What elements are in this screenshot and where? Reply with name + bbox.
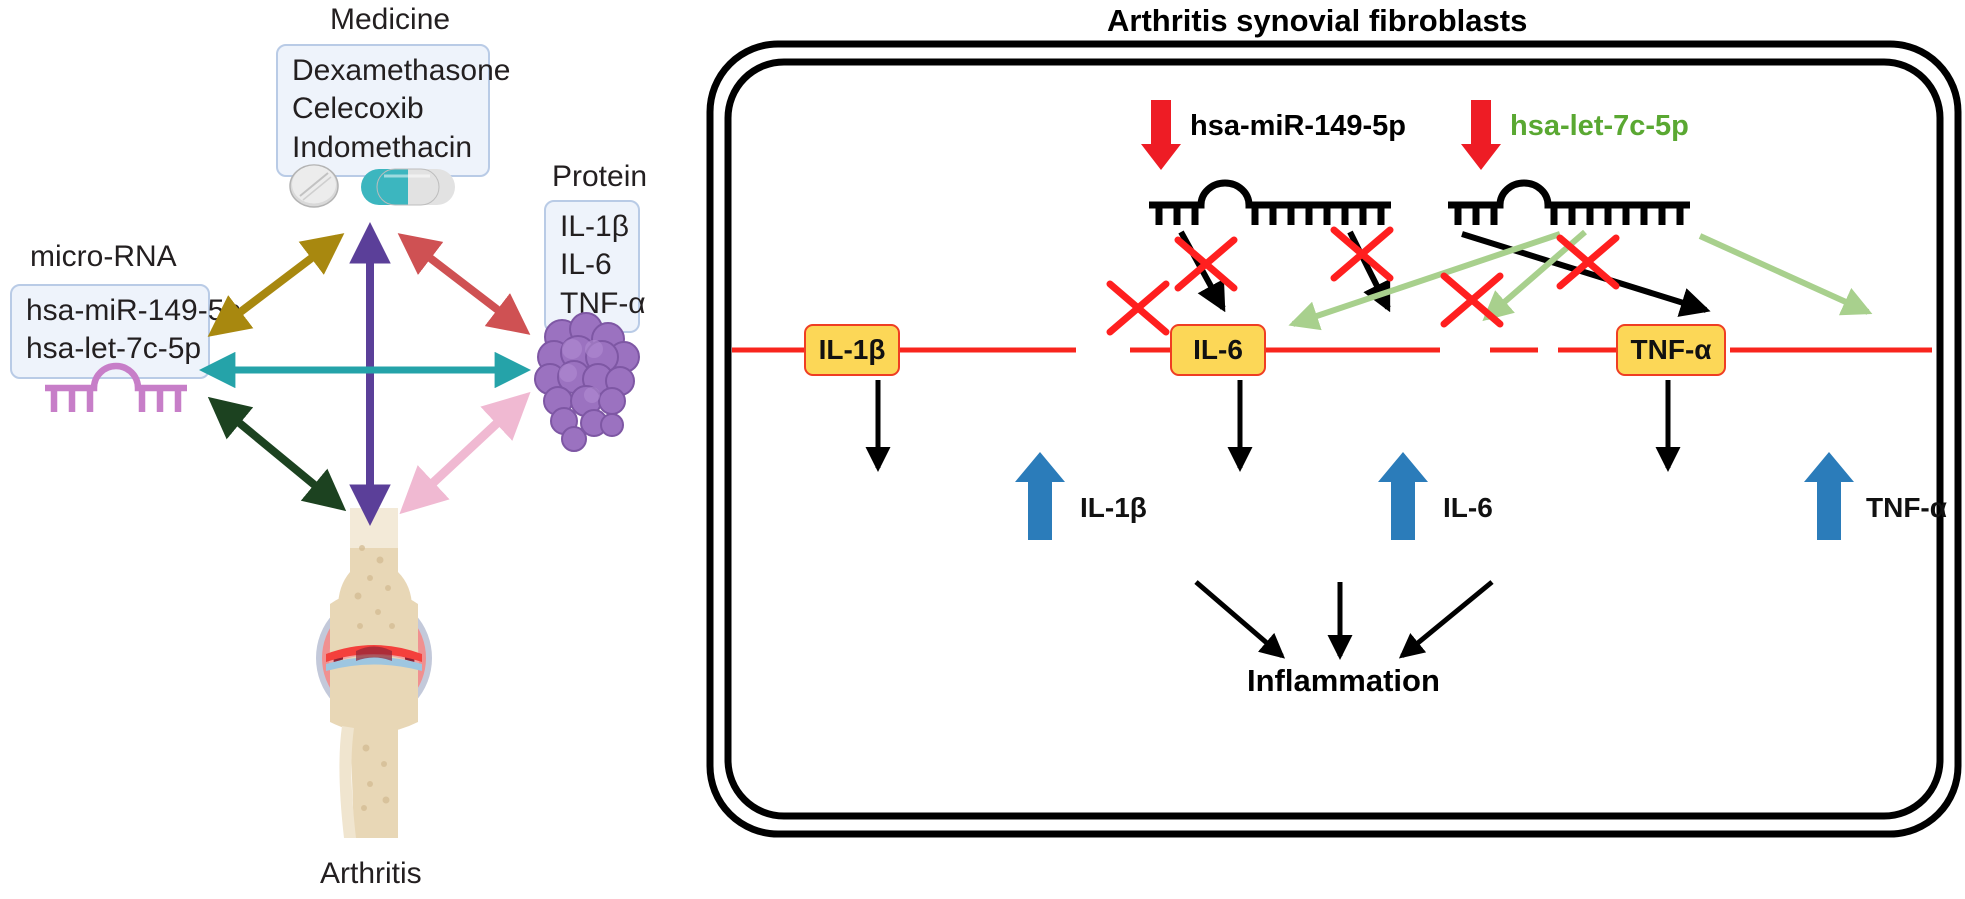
left-panel-arrows [199, 222, 532, 527]
arrow-il1b-to-inflammation [1194, 580, 1286, 659]
arrow-protein-arthritis [399, 391, 531, 515]
cytokine-label-1: IL-6 [1443, 492, 1493, 523]
arrow-mirna-arthritis [207, 396, 347, 512]
cell-title: Arthritis synovial fibroblasts [1107, 3, 1528, 38]
downstream-arrows [865, 380, 1681, 661]
arrow-tnfa-to-inflammation [1398, 580, 1494, 659]
inflammation-label: Inflammation [1247, 663, 1440, 698]
arrow-medicine-protein [397, 233, 531, 335]
figure-root: Medicine Dexamethasone Celecoxib Indomet… [0, 0, 1965, 899]
up-blue-arrow-il6 [1378, 452, 1428, 540]
up-blue-arrow-tnfa [1804, 452, 1854, 540]
cytokine-label-0: IL-1β [1080, 492, 1147, 523]
arrow-mirna-medicine [207, 233, 345, 337]
cytokine-label-2: TNF-α [1866, 492, 1947, 523]
up-blue-arrow-il1b [1015, 452, 1065, 540]
